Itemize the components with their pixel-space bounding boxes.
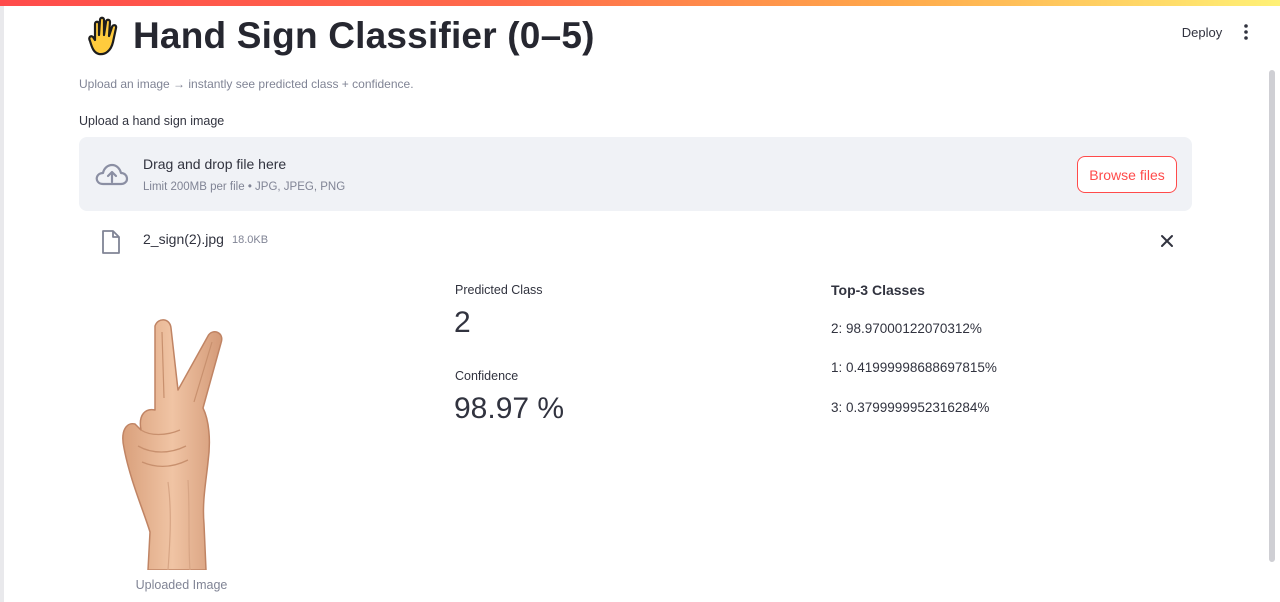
raised-hand-icon <box>88 16 118 56</box>
close-icon[interactable] <box>1157 231 1177 251</box>
top3-item: 2: 98.97000122070312% <box>831 321 982 336</box>
file-icon <box>102 230 120 254</box>
dropzone-limit-text: Limit 200MB per file • JPG, JPEG, PNG <box>143 181 346 193</box>
kebab-menu-icon[interactable] <box>1236 18 1256 46</box>
window-left-edge <box>0 6 4 602</box>
top3-item: 3: 0.3799999952316284% <box>831 400 990 415</box>
file-dropzone[interactable]: Drag and drop file here Limit 200MB per … <box>79 137 1192 211</box>
confidence-value: 98.97 % <box>454 392 565 425</box>
app-top-decoration-bar <box>0 0 1280 6</box>
confidence-label: Confidence <box>455 369 519 383</box>
page-scrollbar-thumb[interactable] <box>1269 70 1275 562</box>
browse-files-button[interactable]: Browse files <box>1077 156 1177 193</box>
uploaded-file-size: 18.0KB <box>232 234 269 246</box>
deploy-button[interactable]: Deploy <box>1172 18 1232 46</box>
top3-item: 1: 0.41999998688697815% <box>831 360 997 375</box>
uploaded-file-name: 2_sign(2).jpg <box>143 231 224 247</box>
page-header: Hand Sign Classifier (0–5) <box>79 12 595 60</box>
dropzone-title: Drag and drop file here <box>143 156 287 172</box>
image-caption: Uploaded Image <box>135 578 228 592</box>
uploaded-hand-image <box>122 319 223 570</box>
cloud-upload-icon <box>95 163 129 186</box>
top3-heading: Top-3 Classes <box>831 282 925 298</box>
page-title: Hand Sign Classifier (0–5) <box>133 15 595 56</box>
predicted-class-value: 2 <box>454 306 471 339</box>
page-subtitle: Upload an image → instantly see predicte… <box>79 77 414 91</box>
predicted-class-label: Predicted Class <box>455 283 543 297</box>
uploader-label: Upload a hand sign image <box>79 114 225 128</box>
